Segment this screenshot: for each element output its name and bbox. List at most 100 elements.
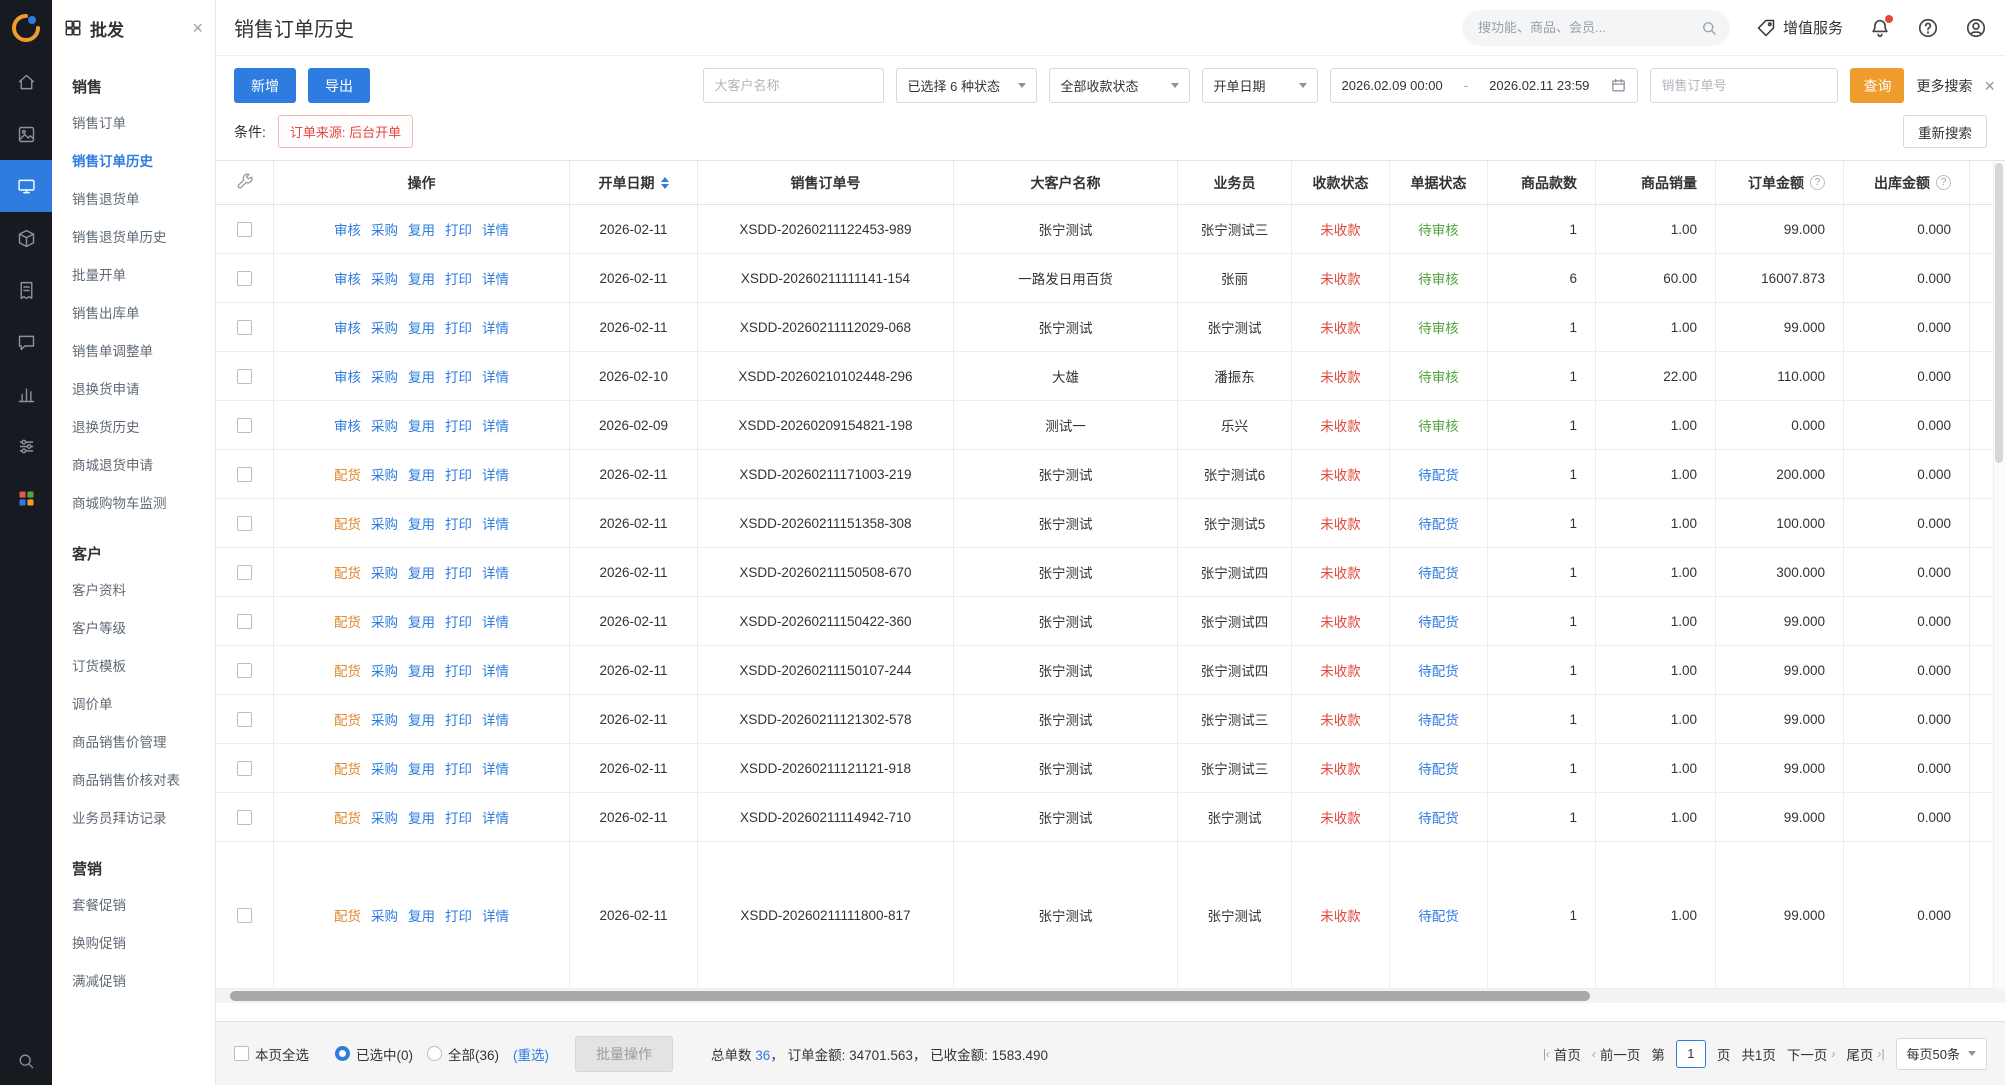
- row-action[interactable]: 复用: [408, 611, 435, 631]
- row-action[interactable]: 复用: [408, 807, 435, 827]
- row-action[interactable]: 配货: [334, 611, 361, 631]
- row-action[interactable]: 复用: [408, 415, 435, 435]
- row-action[interactable]: 详情: [482, 709, 509, 729]
- help-icon[interactable]: ?: [1810, 175, 1825, 190]
- row-action[interactable]: 打印: [445, 758, 472, 778]
- row-checkbox[interactable]: [237, 516, 252, 531]
- row-action[interactable]: 采购: [371, 366, 398, 386]
- radio-unselected-icon[interactable]: [427, 1046, 442, 1061]
- row-action[interactable]: 采购: [371, 807, 398, 827]
- user-avatar-icon[interactable]: [1965, 17, 1987, 39]
- sidebar-item[interactable]: 销售出库单: [52, 295, 215, 333]
- sidebar-item[interactable]: 订货模板: [52, 648, 215, 686]
- row-action[interactable]: 采购: [371, 415, 398, 435]
- row-action[interactable]: 审核: [334, 366, 361, 386]
- settings-icon[interactable]: [0, 420, 52, 472]
- row-action[interactable]: 复用: [408, 562, 435, 582]
- row-action[interactable]: 详情: [482, 464, 509, 484]
- sidebar-item[interactable]: 商城购物车监测: [52, 485, 215, 523]
- sidebar-item[interactable]: 销售退货单: [52, 181, 215, 219]
- row-action[interactable]: 配货: [334, 758, 361, 778]
- row-action[interactable]: 打印: [445, 415, 472, 435]
- row-action[interactable]: 详情: [482, 562, 509, 582]
- row-action[interactable]: 详情: [482, 611, 509, 631]
- wholesale-workbench-icon[interactable]: [0, 160, 52, 212]
- sidebar-item[interactable]: 客户资料: [52, 572, 215, 610]
- sidebar-item[interactable]: 批量开单: [52, 257, 215, 295]
- sidebar-item[interactable]: 销售退货单历史: [52, 219, 215, 257]
- row-checkbox[interactable]: [237, 908, 252, 923]
- sidebar-item[interactable]: 业务员拜访记录: [52, 800, 215, 838]
- sidebar-item[interactable]: 客户等级: [52, 610, 215, 648]
- row-action[interactable]: 采购: [371, 464, 398, 484]
- close-search-icon[interactable]: ×: [1984, 77, 1995, 95]
- help-icon[interactable]: ?: [1936, 175, 1951, 190]
- row-action[interactable]: 配货: [334, 660, 361, 680]
- batch-operation-button[interactable]: 批量操作: [575, 1036, 673, 1072]
- row-action[interactable]: 详情: [482, 366, 509, 386]
- more-search-link[interactable]: 更多搜索: [1916, 76, 1972, 96]
- global-search-input[interactable]: [1478, 20, 1700, 35]
- sidebar-item[interactable]: 销售单调整单: [52, 333, 215, 371]
- row-action[interactable]: 配货: [334, 905, 361, 925]
- row-action[interactable]: 采购: [371, 513, 398, 533]
- page-size-select[interactable]: 每页50条: [1896, 1038, 1987, 1070]
- sidebar-item[interactable]: 商城退货申请: [52, 447, 215, 485]
- row-action[interactable]: 复用: [408, 366, 435, 386]
- row-action[interactable]: 打印: [445, 807, 472, 827]
- value-added-services-button[interactable]: 增值服务: [1756, 17, 1843, 38]
- sidebar-item[interactable]: 满减促销: [52, 963, 215, 1001]
- apps-icon[interactable]: [0, 472, 52, 524]
- order-status-select[interactable]: 已选择 6 种状态: [896, 68, 1037, 103]
- row-action[interactable]: 审核: [334, 268, 361, 288]
- row-action[interactable]: 打印: [445, 660, 472, 680]
- row-action[interactable]: 采购: [371, 758, 398, 778]
- help-icon[interactable]: [1917, 17, 1939, 39]
- sidebar-item[interactable]: 销售订单: [52, 105, 215, 143]
- row-action[interactable]: 详情: [482, 758, 509, 778]
- sidebar-item[interactable]: 换购促销: [52, 925, 215, 963]
- payment-status-select[interactable]: 全部收款状态: [1049, 68, 1190, 103]
- reselect-link[interactable]: (重选): [513, 1044, 549, 1064]
- prev-page-button[interactable]: ‹前一页: [1592, 1044, 1641, 1064]
- reports-icon[interactable]: [0, 368, 52, 420]
- row-checkbox[interactable]: [237, 614, 252, 629]
- horizontal-scrollbar-thumb[interactable]: [230, 991, 1590, 1001]
- row-action[interactable]: 打印: [445, 562, 472, 582]
- query-button[interactable]: 查询: [1850, 68, 1904, 103]
- radio-selected-icon[interactable]: [335, 1046, 350, 1061]
- sidebar-item[interactable]: 调价单: [52, 686, 215, 724]
- row-action[interactable]: 配货: [334, 562, 361, 582]
- row-action[interactable]: 详情: [482, 219, 509, 239]
- row-checkbox[interactable]: [237, 467, 252, 482]
- sidebar-item[interactable]: 套餐促销: [52, 887, 215, 925]
- date-range-picker[interactable]: 2026.02.09 00:00 - 2026.02.11 23:59: [1330, 68, 1638, 103]
- condition-tag[interactable]: 订单来源: 后台开单: [278, 115, 413, 148]
- row-action[interactable]: 审核: [334, 219, 361, 239]
- row-action[interactable]: 打印: [445, 268, 472, 288]
- sidebar-item[interactable]: 商品销售价管理: [52, 724, 215, 762]
- row-action[interactable]: 打印: [445, 905, 472, 925]
- orders-icon[interactable]: [0, 264, 52, 316]
- row-action[interactable]: 采购: [371, 905, 398, 925]
- row-action[interactable]: 复用: [408, 317, 435, 337]
- row-action[interactable]: 打印: [445, 219, 472, 239]
- date-type-select[interactable]: 开单日期: [1202, 68, 1318, 103]
- row-action[interactable]: 详情: [482, 807, 509, 827]
- rail-search-icon[interactable]: [16, 1051, 36, 1071]
- row-action[interactable]: 采购: [371, 709, 398, 729]
- sidebar-close-icon[interactable]: ×: [192, 19, 203, 37]
- row-action[interactable]: 复用: [408, 464, 435, 484]
- row-action[interactable]: 配货: [334, 513, 361, 533]
- first-page-button[interactable]: |‹首页: [1543, 1044, 1581, 1064]
- home-icon[interactable]: [0, 56, 52, 108]
- row-action[interactable]: 配货: [334, 807, 361, 827]
- row-checkbox[interactable]: [237, 565, 252, 580]
- row-action[interactable]: 采购: [371, 611, 398, 631]
- page-number-input[interactable]: [1676, 1040, 1706, 1068]
- row-action[interactable]: 复用: [408, 268, 435, 288]
- all-radio[interactable]: 全部(36): [427, 1044, 499, 1064]
- sort-icon[interactable]: [661, 177, 669, 189]
- row-action[interactable]: 采购: [371, 268, 398, 288]
- row-action[interactable]: 详情: [482, 317, 509, 337]
